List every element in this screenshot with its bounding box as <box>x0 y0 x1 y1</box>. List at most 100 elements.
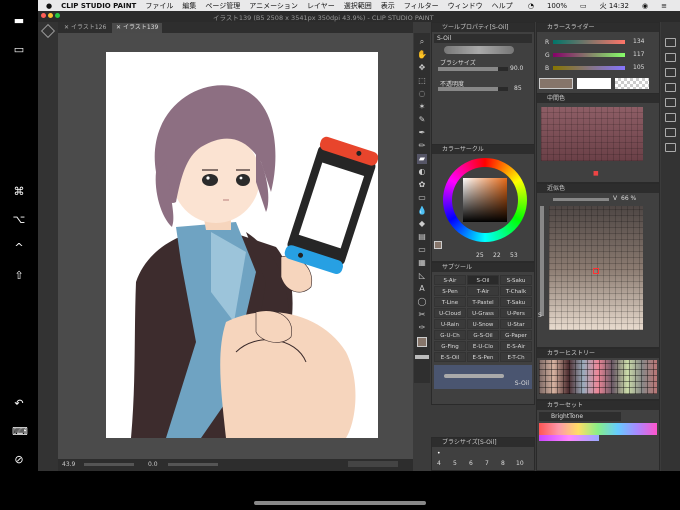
brush-size-value[interactable]: 90.0 <box>510 65 523 72</box>
wifi-icon[interactable]: ◔ <box>528 2 534 10</box>
panel-icon-8[interactable] <box>665 143 676 152</box>
subtool-s-oil[interactable]: S-Oil <box>467 275 499 285</box>
menu-app-name[interactable]: CLIP STUDIO PAINT <box>61 2 136 10</box>
panel-icon-4[interactable] <box>665 83 676 92</box>
tab-illust139[interactable]: ✕ イラスト139 <box>112 23 163 33</box>
subtool-s-pen[interactable]: S-Pen <box>434 286 466 296</box>
hue-ring[interactable] <box>443 158 527 242</box>
undo-icon[interactable]: ↶ <box>12 397 26 411</box>
layer-stack-icon[interactable] <box>40 23 56 39</box>
color-set-row-1[interactable] <box>539 423 657 435</box>
b-value[interactable]: 105 <box>633 64 644 71</box>
panel-icon-1[interactable] <box>665 38 676 47</box>
control-key-icon[interactable]: ^ <box>12 241 26 255</box>
opacity-slider[interactable] <box>438 87 508 91</box>
close-window-icon[interactable] <box>41 13 46 18</box>
gradient-tool-icon[interactable]: ▤ <box>417 232 427 242</box>
subtool-g-u-ch[interactable]: G-U-Ch <box>434 330 466 340</box>
menu-select[interactable]: 選択範囲 <box>344 1 372 11</box>
subtool-u-star[interactable]: U-Star <box>500 319 532 329</box>
eraser-tool-icon[interactable]: ▭ <box>417 193 427 203</box>
subtool-e-t-ch[interactable]: E-T-Ch <box>500 352 532 362</box>
wand-tool-icon[interactable]: ✶ <box>417 102 427 112</box>
size-8[interactable]: 8 <box>501 460 505 467</box>
subtool-e-u-clo[interactable]: E-U-Clo <box>467 341 499 351</box>
hand-tool-icon[interactable]: ✋ <box>417 50 427 60</box>
eyedropper-tool-icon[interactable]: ✎ <box>417 115 427 125</box>
brush-tool-icon[interactable]: ▰ <box>417 154 427 164</box>
show-dock-icon[interactable]: ▭ <box>12 43 26 57</box>
subtool-t-line[interactable]: T-Line <box>434 297 466 307</box>
select-tool-icon[interactable]: ⬚ <box>417 76 427 86</box>
main-color-preview[interactable] <box>539 78 573 89</box>
minimize-window-icon[interactable] <box>48 13 53 18</box>
history-swatches[interactable] <box>539 360 657 394</box>
subtool-u-rain[interactable]: U-Rain <box>434 319 466 329</box>
v-slider[interactable] <box>553 198 609 201</box>
subtool-t-pastel[interactable]: T-Pastel <box>467 297 499 307</box>
ruler-tool-icon[interactable]: ◺ <box>417 271 427 281</box>
panel-icon-5[interactable] <box>665 98 676 107</box>
subtool-g-paper[interactable]: G-Paper <box>500 330 532 340</box>
saturation-value[interactable]: 22 <box>493 252 501 259</box>
disconnect-icon[interactable]: ⊘ <box>12 453 26 467</box>
decoration-tool-icon[interactable]: ✿ <box>417 180 427 190</box>
brush-size-slider[interactable] <box>438 67 508 71</box>
color-set-row-2[interactable] <box>539 435 599 441</box>
transparent-preview[interactable] <box>615 78 649 89</box>
home-indicator[interactable] <box>254 501 426 505</box>
apple-icon[interactable]: ● <box>46 2 52 10</box>
subtool-t-saku[interactable]: T-Saku <box>500 297 532 307</box>
menu-toggle-icon[interactable]: ▬ <box>12 14 26 28</box>
keyboard-icon[interactable]: ⌨ <box>12 425 28 439</box>
v-value[interactable]: 66 % <box>621 195 636 202</box>
menu-view[interactable]: 表示 <box>381 1 395 11</box>
subtool-u-cloud[interactable]: U-Cloud <box>434 308 466 318</box>
menu-animation[interactable]: アニメーション <box>249 1 298 11</box>
transparent-color-icon[interactable] <box>415 355 429 359</box>
size-6[interactable]: 6 <box>469 460 473 467</box>
menu-window[interactable]: ウィンドウ <box>448 1 483 11</box>
subtool-e-s-air[interactable]: E-S-Air <box>500 341 532 351</box>
siri-icon[interactable]: ◉ <box>642 2 648 10</box>
figure-tool-icon[interactable]: ▭ <box>417 245 427 255</box>
menu-edit[interactable]: 編集 <box>182 1 196 11</box>
battery-icon[interactable]: ▭ <box>580 2 587 10</box>
menu-page[interactable]: ページ管理 <box>205 1 240 11</box>
panel-icon-7[interactable] <box>665 128 676 137</box>
color-set-dropdown[interactable]: BrightTone <box>539 412 621 421</box>
lasso-tool-icon[interactable]: ◌ <box>417 89 427 99</box>
sub-color-preview[interactable] <box>577 78 611 89</box>
brightness-value[interactable]: 53 <box>510 252 518 259</box>
option-key-icon[interactable]: ⌥ <box>12 213 26 227</box>
rotate-slider[interactable] <box>168 463 218 466</box>
subtool-u-snow[interactable]: U-Snow <box>467 319 499 329</box>
subtool-t-chalk[interactable]: T-Chalk <box>500 286 532 296</box>
pen-tool-icon[interactable]: ✒ <box>417 128 427 138</box>
panel-icon-6[interactable] <box>665 113 676 122</box>
subtool-s-air[interactable]: S-Air <box>434 275 466 285</box>
r-value[interactable]: 134 <box>633 38 644 45</box>
size-dot-icon[interactable]: • <box>437 450 441 457</box>
balloon-tool-icon[interactable]: ◯ <box>417 297 427 307</box>
g-value[interactable]: 117 <box>633 51 644 58</box>
canvas-area[interactable] <box>58 33 413 459</box>
g-slider[interactable] <box>553 53 625 57</box>
menu-file[interactable]: ファイル <box>145 1 173 11</box>
control-center-icon[interactable]: ≡ <box>661 2 667 10</box>
horizontal-scrollbar[interactable] <box>348 461 398 467</box>
fill-tool-icon[interactable]: ◆ <box>417 219 427 229</box>
menu-filter[interactable]: フィルター <box>404 1 439 11</box>
subtool-g-fing[interactable]: G-Fing <box>434 341 466 351</box>
menu-help[interactable]: ヘルプ <box>492 1 513 11</box>
zoom-tool-icon[interactable]: ⌕ <box>417 37 427 47</box>
subtool-u-grass[interactable]: U-Grass <box>467 308 499 318</box>
zoom-value[interactable]: 43.9 <box>62 461 75 468</box>
size-4[interactable]: 4 <box>437 460 441 467</box>
r-slider[interactable] <box>553 40 625 44</box>
canvas-paper[interactable] <box>106 52 378 438</box>
panel-icon-3[interactable] <box>665 68 676 77</box>
saturation-value-square[interactable] <box>463 178 507 222</box>
s-slider[interactable] <box>540 206 544 316</box>
zoom-window-icon[interactable] <box>55 13 60 18</box>
